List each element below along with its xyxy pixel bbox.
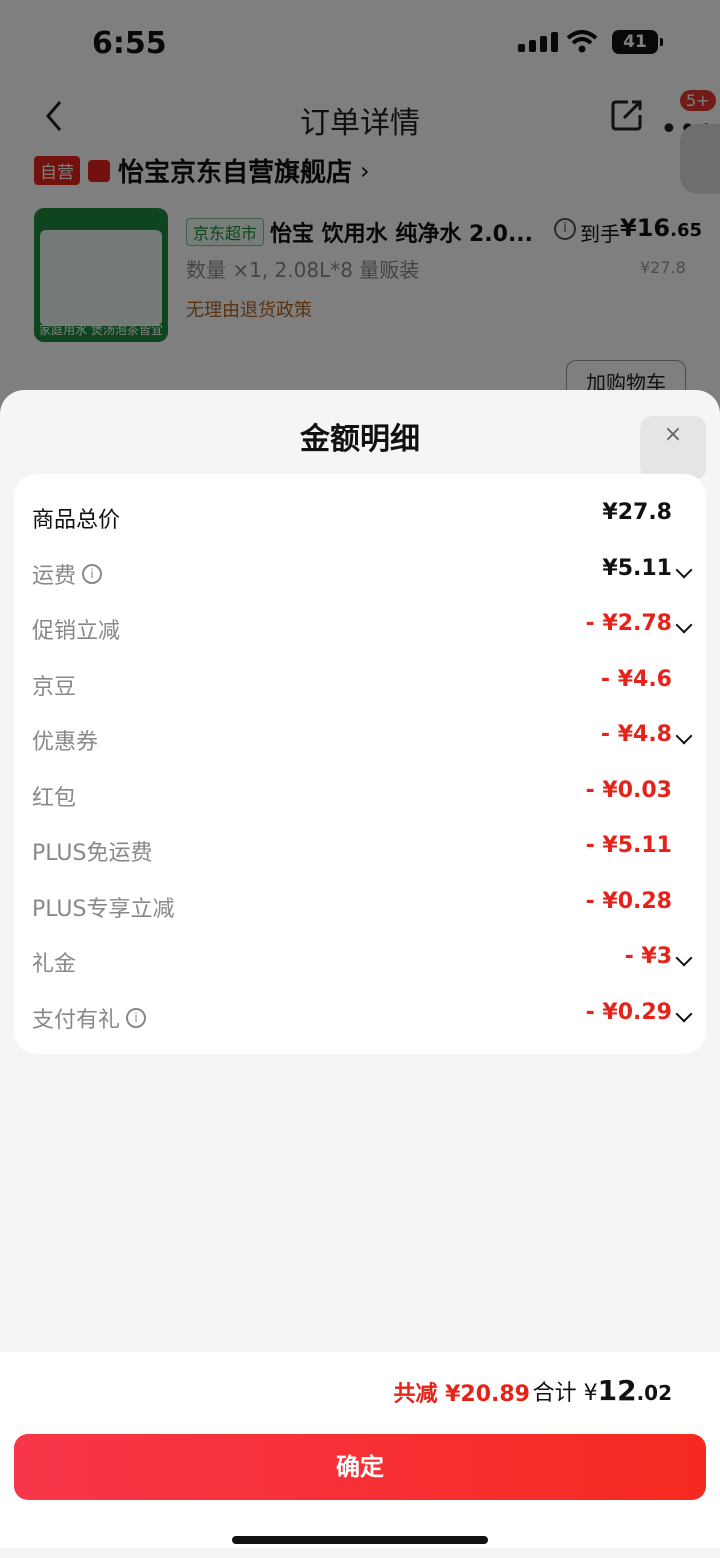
row-coupon[interactable]: 优惠券 - ¥4.8 xyxy=(14,710,706,766)
sheet-footer: 共减 ¥20.89 合计 ¥12.02 确定 xyxy=(0,1352,720,1548)
chevron-down-icon[interactable] xyxy=(675,727,693,745)
row-promotion[interactable]: 促销立减 - ¥2.78 xyxy=(14,599,706,655)
row-value: ¥5.11 xyxy=(602,556,672,581)
row-label: 促销立减 xyxy=(32,619,121,644)
total-label: 合计 xyxy=(532,1381,577,1406)
row-plus-discount: PLUS专享立减 - ¥0.28 xyxy=(14,877,706,933)
chevron-down-icon[interactable] xyxy=(675,949,693,967)
row-value: - ¥5.11 xyxy=(585,833,672,858)
row-label: 支付有礼 xyxy=(32,1008,121,1033)
row-item-total: 商品总价 ¥27.8 xyxy=(14,488,706,544)
row-value: - ¥2.78 xyxy=(585,611,672,636)
amount-detail-sheet: 金额明细 × 商品总价 ¥27.8 运费 i ¥5.11 促销立减 - ¥2.78… xyxy=(0,390,720,1558)
home-indicator[interactable] xyxy=(232,1536,488,1544)
row-value: - ¥0.03 xyxy=(585,778,672,803)
total-dec: .02 xyxy=(636,1381,672,1405)
grand-total: 合计 ¥12.02 xyxy=(533,1374,672,1407)
row-gift-money[interactable]: 礼金 - ¥3 xyxy=(14,932,706,988)
row-label: 运费 xyxy=(32,564,77,589)
close-icon: × xyxy=(663,422,683,447)
row-plus-free-shipping: PLUS免运费 - ¥5.11 xyxy=(14,821,706,877)
chevron-down-icon[interactable] xyxy=(675,616,693,634)
chevron-down-icon[interactable] xyxy=(675,1005,693,1023)
row-jingdou: 京豆 - ¥4.6 xyxy=(14,655,706,711)
close-button[interactable]: × xyxy=(640,416,706,480)
row-label: 商品总价 xyxy=(32,508,121,533)
row-label: 礼金 xyxy=(32,952,77,977)
info-icon[interactable]: i xyxy=(82,564,103,584)
row-label: 优惠券 xyxy=(32,730,99,755)
total-int: 12 xyxy=(597,1374,637,1407)
chevron-down-icon[interactable] xyxy=(675,561,693,579)
row-value: - ¥0.28 xyxy=(585,889,672,914)
row-label: PLUS专享立减 xyxy=(32,897,175,922)
row-value: - ¥4.8 xyxy=(600,722,672,747)
total-currency: ¥ xyxy=(583,1381,598,1406)
confirm-button[interactable]: 确定 xyxy=(14,1434,706,1500)
amount-detail-list: 商品总价 ¥27.8 运费 i ¥5.11 促销立减 - ¥2.78 京豆 - ¥… xyxy=(14,474,706,1054)
row-label: PLUS免运费 xyxy=(32,841,153,866)
row-value: - ¥0.29 xyxy=(585,1000,672,1025)
sheet-title: 金额明细 xyxy=(300,422,420,457)
row-label: 京豆 xyxy=(32,675,77,700)
row-value: - ¥3 xyxy=(624,944,672,969)
row-label: 红包 xyxy=(32,786,77,811)
row-red-packet: 红包 - ¥0.03 xyxy=(14,766,706,822)
row-payment-gift[interactable]: 支付有礼 i - ¥0.29 xyxy=(14,988,706,1044)
row-value: - ¥4.6 xyxy=(600,667,672,692)
info-icon[interactable]: i xyxy=(126,1008,147,1028)
row-value: ¥27.8 xyxy=(602,500,672,525)
row-shipping[interactable]: 运费 i ¥5.11 xyxy=(14,544,706,600)
total-saving: 共减 ¥20.89 xyxy=(393,1382,530,1407)
